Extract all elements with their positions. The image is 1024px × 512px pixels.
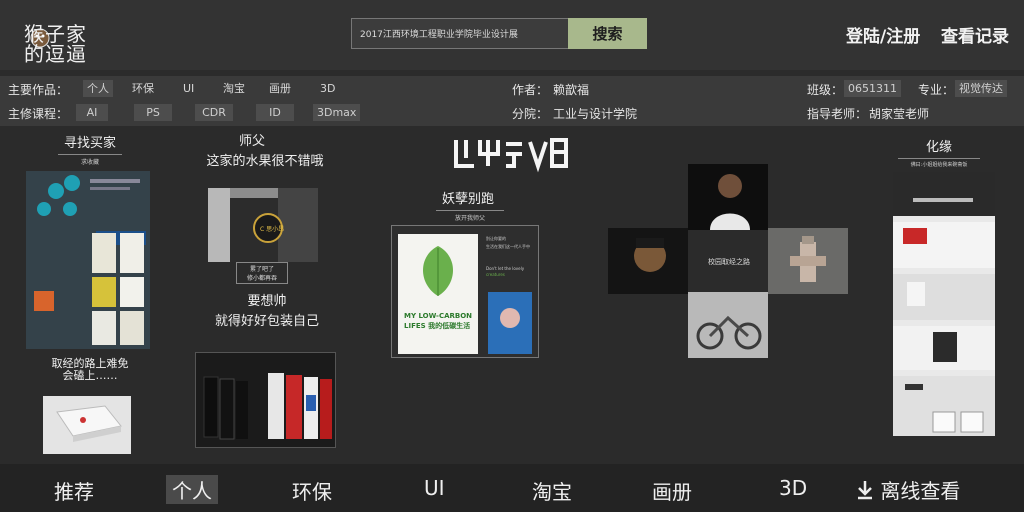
works-tag-3d[interactable]: 3D: [316, 80, 339, 97]
nav-personal[interactable]: 个人: [166, 475, 218, 504]
search-button[interactable]: 搜索: [568, 18, 647, 49]
project-package-thumb[interactable]: [195, 352, 336, 448]
works-label: 主要作品：: [8, 83, 69, 97]
page: 猴子家的逗逼 搜索 登陆/注册 查看记录 主要作品： 个人 环保 UI 淘宝 画…: [0, 0, 1024, 512]
nav-ui[interactable]: UI: [424, 476, 445, 500]
nav-3d[interactable]: 3D: [779, 476, 807, 500]
project-package-title2: 就得好好包装自己: [214, 314, 319, 329]
course-tag-ai[interactable]: AI: [76, 104, 108, 121]
project-box-thumb[interactable]: [43, 396, 131, 454]
nav-album[interactable]: 画册: [652, 476, 692, 505]
course-tag-ps[interactable]: PS: [134, 104, 172, 121]
course-tag-3dmax[interactable]: 3Dmax: [313, 104, 361, 121]
portrait-2-thumb[interactable]: [608, 228, 688, 294]
project-buyer-subtitle: 求收藏: [58, 154, 122, 166]
svg-text:C 思小昂: C 思小昂: [260, 225, 284, 233]
teacher-label: 指导老师：: [807, 107, 868, 121]
project-fruit-pill: 累了吧了 修小都再吞: [236, 262, 288, 284]
view-history-link[interactable]: 查看记录: [941, 22, 1009, 47]
bottom-nav: 推荐 个人 环保 UI 淘宝 画册 3D 离线查看: [0, 464, 1024, 512]
project-alms-title: 化缘: [925, 140, 952, 155]
profile-info: 主要作品： 个人 环保 UI 淘宝 画册 3D 作者： 赖歆福 班级： 0651…: [0, 76, 1024, 126]
graduation-design-logo: [452, 132, 570, 174]
course-tag-id[interactable]: ID: [256, 104, 294, 121]
project-lowcarbon-thumb[interactable]: MY LOW-CARBON LIFES 我的低碳生活 别让你要的 生活在我们这一…: [391, 225, 539, 358]
motorcycle-thumb[interactable]: [688, 292, 768, 358]
svg-text:LIFES 我的低碳生活: LIFES 我的低碳生活: [404, 321, 470, 330]
search-input[interactable]: [351, 18, 569, 49]
works-tag-eco[interactable]: 环保: [128, 80, 158, 97]
class-label: 班级：: [807, 83, 844, 97]
project-alms-subtitle: 佛曰:小姐姐给我来碗斋饭: [898, 158, 980, 168]
project-buyer-thumb[interactable]: [26, 171, 150, 349]
project-fruit-title: 师父: [238, 134, 265, 149]
works-tag-ui[interactable]: UI: [179, 80, 198, 97]
project-buyer-caption: 取经的路上难免 会磕上……: [51, 357, 129, 382]
nav-eco[interactable]: 环保: [292, 476, 332, 505]
project-fruit-title2: 这家的水果很不错哦: [206, 154, 324, 169]
offline-view-button[interactable]: 离线查看: [856, 475, 960, 504]
project-buyer-title: 寻找买家: [63, 136, 116, 151]
author-label: 作者：: [512, 83, 549, 97]
project-fruit-thumb[interactable]: C 思小昂: [208, 188, 318, 262]
svg-text:生活在我们这一代人手中: 生活在我们这一代人手中: [486, 243, 530, 249]
hydrant-thumb[interactable]: [768, 228, 848, 294]
graduation-design-wordmark-icon: [454, 138, 568, 173]
teacher-name: 胡家莹老师: [869, 107, 930, 121]
svg-text:Don't let the lovely: Don't let the lovely: [486, 266, 525, 271]
course-tag-cdr[interactable]: CDR: [195, 104, 233, 121]
works-gallery: 寻找买家 求收藏 取经的路上难免 会磕上…… 师父 这家的水果很不错哦 C 思小…: [0, 128, 1024, 462]
nav-recommend[interactable]: 推荐: [54, 476, 94, 505]
project-package-title: 要想帅: [247, 294, 287, 309]
download-icon: [858, 481, 872, 500]
works-tag-taobao[interactable]: 淘宝: [219, 80, 249, 97]
info-row-works: 主要作品： 个人 环保 UI 淘宝 画册 3D 作者： 赖歆福 班级： 0651…: [0, 78, 1024, 100]
nav-taobao[interactable]: 淘宝: [532, 476, 572, 505]
portrait-1-thumb[interactable]: [688, 164, 768, 230]
course-label: 主修课程：: [8, 107, 69, 121]
login-register-link[interactable]: 登陆/注册: [846, 22, 920, 47]
author-name: 赖歆福: [553, 83, 590, 97]
header: 猴子家的逗逼 搜索 登陆/注册 查看记录: [0, 0, 1024, 70]
info-row-courses: 主修课程： AI PS CDR ID 3Dmax 分院： 工业与设计学院 指导老…: [0, 102, 1024, 124]
offline-view-label: 离线查看: [880, 479, 961, 503]
logo-text: 猴子家的逗逼: [24, 22, 87, 66]
svg-text:别让你要的: 别让你要的: [486, 235, 506, 241]
project-lowcarbon-subtitle: 放开我师父: [436, 210, 504, 222]
works-tag-album[interactable]: 画册: [265, 80, 295, 97]
college-label: 分院：: [512, 107, 549, 121]
logo[interactable]: 猴子家的逗逼: [8, 10, 100, 64]
campus-road-label: 校园取经之路: [708, 258, 750, 266]
major-value: 视觉传达: [955, 80, 1007, 97]
works-tag-personal[interactable]: 个人: [83, 80, 113, 97]
class-value: 0651311: [844, 80, 901, 97]
major-label: 专业：: [918, 83, 955, 97]
college-name: 工业与设计学院: [553, 107, 638, 121]
svg-text:MY LOW-CARBON: MY LOW-CARBON: [404, 312, 472, 320]
project-lowcarbon-title: 妖孽别跑: [441, 192, 494, 207]
project-alms-thumb[interactable]: [893, 172, 995, 436]
svg-text:creatures: creatures: [486, 272, 505, 277]
